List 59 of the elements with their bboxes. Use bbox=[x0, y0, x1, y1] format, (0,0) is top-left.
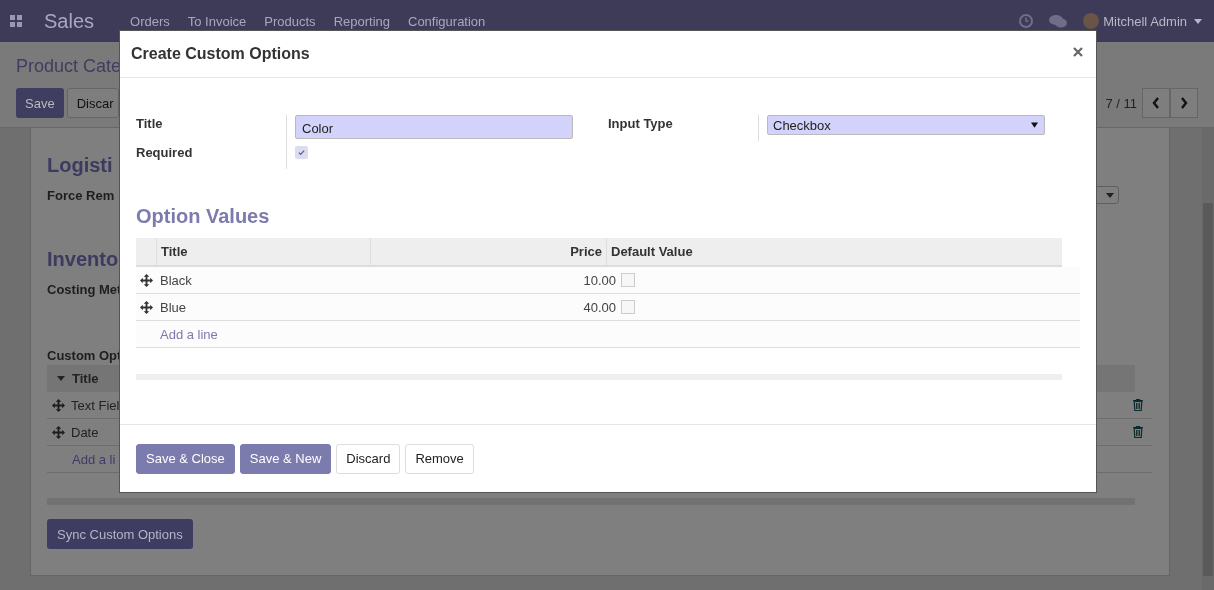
menu-item[interactable]: To Invoice bbox=[187, 13, 247, 29]
save-button[interactable]: Save bbox=[16, 88, 64, 118]
app-title: Sales bbox=[44, 9, 95, 33]
close-icon[interactable] bbox=[1073, 47, 1083, 57]
menu-item[interactable]: Products bbox=[264, 13, 316, 29]
previous-button[interactable] bbox=[1142, 88, 1170, 118]
table-cell-text: Blue bbox=[159, 299, 188, 315]
section-heading: Invento bbox=[47, 248, 119, 272]
caret-icon bbox=[1106, 192, 1114, 198]
menu-item[interactable]: Reporting bbox=[333, 13, 390, 29]
field-label: Required bbox=[136, 145, 194, 160]
title-input[interactable]: Color bbox=[295, 115, 573, 139]
apps-grid-icon[interactable] bbox=[10, 15, 22, 27]
user-menu[interactable]: Mitchell Admin bbox=[1103, 13, 1187, 29]
input-type-select[interactable]: Checkbox bbox=[767, 115, 1045, 135]
menu-item[interactable]: Orders bbox=[130, 13, 170, 29]
default-checkbox[interactable] bbox=[621, 300, 635, 314]
column-header[interactable]: Price bbox=[371, 238, 607, 265]
dialog-button[interactable]: Save & Close bbox=[136, 443, 235, 474]
chat-icon[interactable] bbox=[1049, 14, 1068, 28]
table-cell-text: 40.00 bbox=[582, 299, 617, 315]
column-header[interactable]: Default Value bbox=[607, 238, 1062, 265]
add-line-link[interactable]: Add a line bbox=[160, 326, 218, 342]
dialog-button[interactable]: Remove bbox=[405, 443, 474, 474]
clock-icon[interactable] bbox=[1019, 14, 1034, 28]
dialog-title: Create Custom Options bbox=[131, 45, 311, 63]
pager-counter: 7 / 11 bbox=[1105, 95, 1137, 111]
table-cell-text: Black bbox=[159, 272, 193, 288]
required-checkbox[interactable] bbox=[295, 146, 308, 159]
scrollbar[interactable] bbox=[1202, 128, 1214, 590]
trash-icon[interactable] bbox=[1133, 399, 1143, 411]
field-label: Force Rem bbox=[47, 187, 115, 203]
avatar bbox=[1083, 13, 1100, 29]
table-cell: Text Fiel bbox=[71, 397, 120, 413]
sync-button[interactable]: Sync Custom Options bbox=[47, 519, 193, 549]
chevron-right-icon bbox=[1180, 97, 1188, 109]
column-header[interactable]: Title bbox=[72, 371, 99, 386]
secondary-button[interactable]: Discar bbox=[66, 88, 119, 118]
section-heading: Logisti bbox=[47, 154, 113, 178]
trash-icon[interactable] bbox=[1133, 426, 1143, 438]
column-header[interactable]: Title bbox=[157, 238, 371, 265]
checkmark-icon bbox=[298, 149, 305, 156]
drag-handle-icon[interactable] bbox=[52, 398, 65, 412]
chevron-left-icon bbox=[1152, 97, 1160, 109]
drag-handle-icon[interactable] bbox=[52, 425, 65, 439]
caret-icon bbox=[1194, 18, 1202, 24]
table-cell-text: 10.00 bbox=[582, 272, 617, 288]
table-cell: Date bbox=[71, 424, 99, 440]
field-label: Title bbox=[136, 116, 164, 131]
sort-caret-icon[interactable] bbox=[57, 376, 65, 381]
drag-handle-icon[interactable] bbox=[140, 273, 153, 287]
section-heading: Option Values bbox=[136, 205, 271, 229]
dialog-button[interactable]: Discard bbox=[336, 443, 401, 474]
dialog-button[interactable]: Save & New bbox=[239, 443, 332, 474]
menu-item[interactable]: Configuration bbox=[408, 13, 486, 29]
drag-handle-icon[interactable] bbox=[140, 300, 153, 314]
next-button[interactable] bbox=[1170, 88, 1198, 118]
default-checkbox[interactable] bbox=[621, 273, 635, 287]
field-label: Input Type bbox=[608, 116, 674, 131]
